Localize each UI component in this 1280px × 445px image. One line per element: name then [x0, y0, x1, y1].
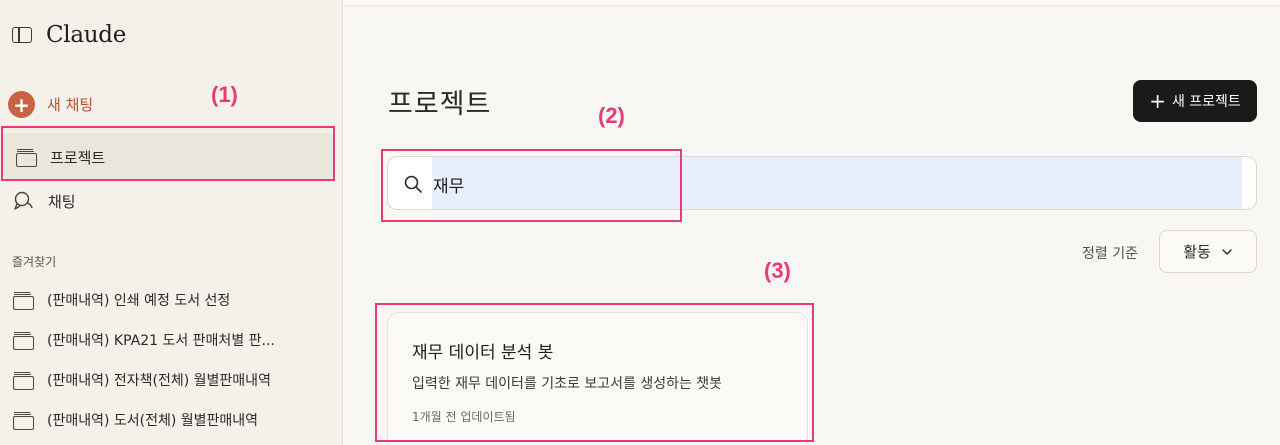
- sidebar-toggle-icon[interactable]: [12, 27, 32, 43]
- favorite-item[interactable]: (판매내역) KPA21 도서 판매처별 판...: [0, 325, 340, 355]
- folder-icon: [13, 411, 34, 430]
- favorite-item-label: (판매내역) KPA21 도서 판매처별 판...: [47, 333, 275, 349]
- chat-icon: [14, 191, 33, 210]
- folder-icon: [13, 371, 34, 390]
- sidebar-item-label: 프로젝트: [50, 148, 106, 167]
- sidebar-item-label: 채팅: [48, 192, 76, 211]
- favorite-item-label: (판매내역) 인쇄 예정 도서 선정: [47, 293, 231, 309]
- favorite-item-label: (판매내역) 전자책(전체) 월별판매내역: [47, 373, 271, 389]
- favorites-title: 즐겨찾기: [12, 255, 57, 269]
- search-box[interactable]: [387, 156, 1257, 210]
- project-updated: 1개월 전 업데이트됨: [412, 410, 516, 424]
- sidebar-item-projects[interactable]: 프로젝트: [3, 133, 333, 181]
- folder-icon: [13, 331, 34, 350]
- new-chat-button[interactable]: + 새 채팅: [8, 91, 93, 118]
- top-divider: [344, 0, 1280, 6]
- sidebar-item-chats[interactable]: 채팅: [0, 177, 343, 225]
- search-icon: [404, 175, 422, 193]
- folder-icon: [16, 148, 37, 167]
- plus-icon: +: [1149, 89, 1166, 113]
- annotation-label-1: (1): [211, 82, 238, 107]
- project-card[interactable]: 재무 데이터 분석 봇 입력한 재무 데이터를 기초로 보고서를 생성하는 챗봇…: [387, 312, 808, 445]
- sidebar: Claude + 새 채팅 프로젝트 채팅 즐겨찾기 (판매내역) 인쇄 예정 …: [0, 0, 343, 445]
- project-description: 입력한 재무 데이터를 기초로 보고서를 생성하는 챗봇: [412, 376, 723, 392]
- favorite-item[interactable]: (판매내역) 전자책(전체) 월별판매내역: [0, 365, 340, 395]
- sort-select[interactable]: 활동: [1159, 230, 1257, 273]
- new-chat-label: 새 채팅: [47, 96, 94, 114]
- favorite-item[interactable]: (판매내역) 도서(전체) 월별판매내역: [0, 405, 340, 435]
- annotation-label-3: (3): [764, 258, 791, 283]
- plus-icon: +: [8, 91, 35, 118]
- folder-icon: [13, 291, 34, 310]
- sort-value: 활동: [1183, 243, 1211, 261]
- annotation-label-2: (2): [598, 103, 625, 128]
- project-title: 재무 데이터 분석 봇: [412, 343, 554, 363]
- favorite-item[interactable]: (판매내역) 인쇄 예정 도서 선정: [0, 285, 340, 315]
- search-input[interactable]: [433, 157, 1233, 209]
- new-project-label: 새 프로젝트: [1171, 94, 1241, 110]
- main-content: 프로젝트 + 새 프로젝트 정렬 기준 활동 재무 데이터 분석 봇 입력한 재…: [344, 0, 1280, 445]
- page-title: 프로젝트: [388, 89, 492, 120]
- new-project-button[interactable]: + 새 프로젝트: [1133, 80, 1257, 122]
- brand: Claude: [12, 22, 126, 48]
- sort-label: 정렬 기준: [1082, 246, 1138, 262]
- favorite-item-label: (판매내역) 도서(전체) 월별판매내역: [47, 413, 259, 429]
- chevron-down-icon: [1222, 248, 1232, 255]
- app-name: Claude: [46, 22, 127, 48]
